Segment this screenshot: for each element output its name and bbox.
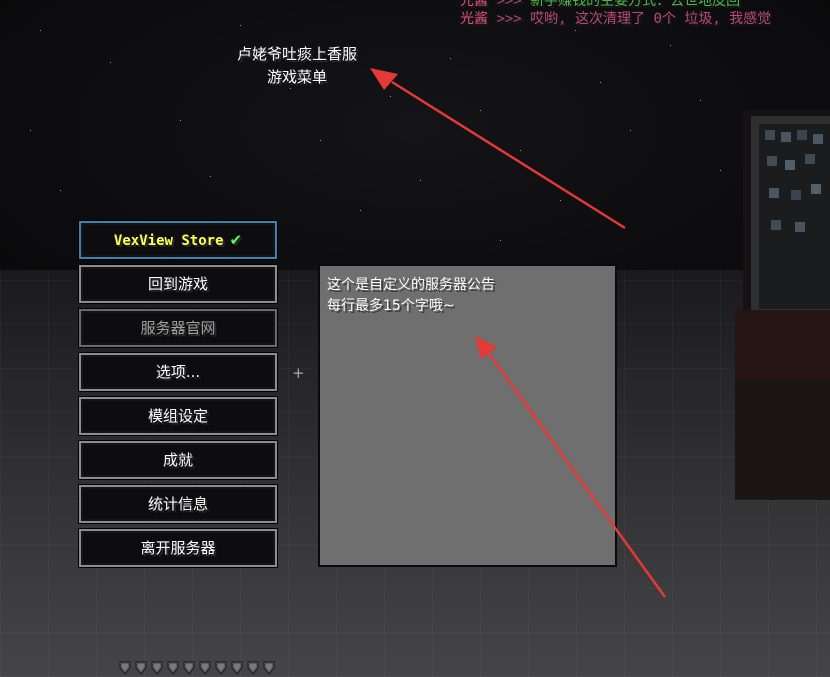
chat-message: 新手赚钱的主要方式：去世地皮回 (530, 0, 741, 9)
chat-sender: 光酱 (460, 0, 488, 9)
crosshair-icon: + (292, 364, 305, 382)
server-announcement-panel: 这个是自定义的服务器公告 每行最多15个字哦~ (318, 264, 617, 567)
armor-icon (135, 661, 147, 675)
armor-icon (167, 661, 179, 675)
armor-bar (118, 661, 276, 675)
announcement-line: 每行最多15个字哦~ (327, 298, 455, 314)
chat-line: 光酱 >>> 哎哟, 这次清理了 0个 垃圾, 我感觉 (460, 10, 830, 28)
announcement-line: 这个是自定义的服务器公告 (327, 277, 495, 293)
armor-icon (215, 661, 227, 675)
chat-message: 哎哟, 这次清理了 0个 垃圾, 我感觉 (530, 11, 772, 27)
block-structure (735, 110, 830, 500)
achievements-button[interactable]: 成就 (79, 441, 277, 479)
chat-sender: 光酱 (460, 11, 488, 27)
server-website-button[interactable]: 服务器官网 (79, 309, 277, 347)
menu-title: 卢姥爷吐痰上香服 游戏菜单 (192, 43, 402, 89)
check-icon: ✔ (229, 231, 243, 249)
store-label: VexView Store (113, 233, 224, 249)
armor-icon (183, 661, 195, 675)
armor-icon (231, 661, 243, 675)
mod-settings-button[interactable]: 模组设定 (79, 397, 277, 435)
options-button[interactable]: 选项... (79, 353, 277, 391)
chat-separator: >>> (496, 11, 522, 27)
game-menu-title: 游戏菜单 (266, 68, 327, 86)
statistics-button[interactable]: 统计信息 (79, 485, 277, 523)
chat-line: 光酱 >>> 新手赚钱的主要方式：去世地皮回 (460, 0, 830, 10)
armor-icon (199, 661, 211, 675)
leave-server-button[interactable]: 离开服务器 (79, 529, 277, 567)
chat-separator: >>> (496, 0, 522, 9)
server-name: 卢姥爷吐痰上香服 (236, 45, 357, 63)
armor-icon (119, 661, 131, 675)
armor-icon (263, 661, 275, 675)
chat-log: 光酱 >>> 新手赚钱的主要方式：去世地皮回 光酱 >>> 哎哟, 这次清理了 … (460, 0, 830, 28)
armor-icon (247, 661, 259, 675)
back-to-game-button[interactable]: 回到游戏 (79, 265, 277, 303)
armor-icon (151, 661, 163, 675)
vexview-store-button[interactable]: VexView Store ✔ (79, 221, 277, 259)
